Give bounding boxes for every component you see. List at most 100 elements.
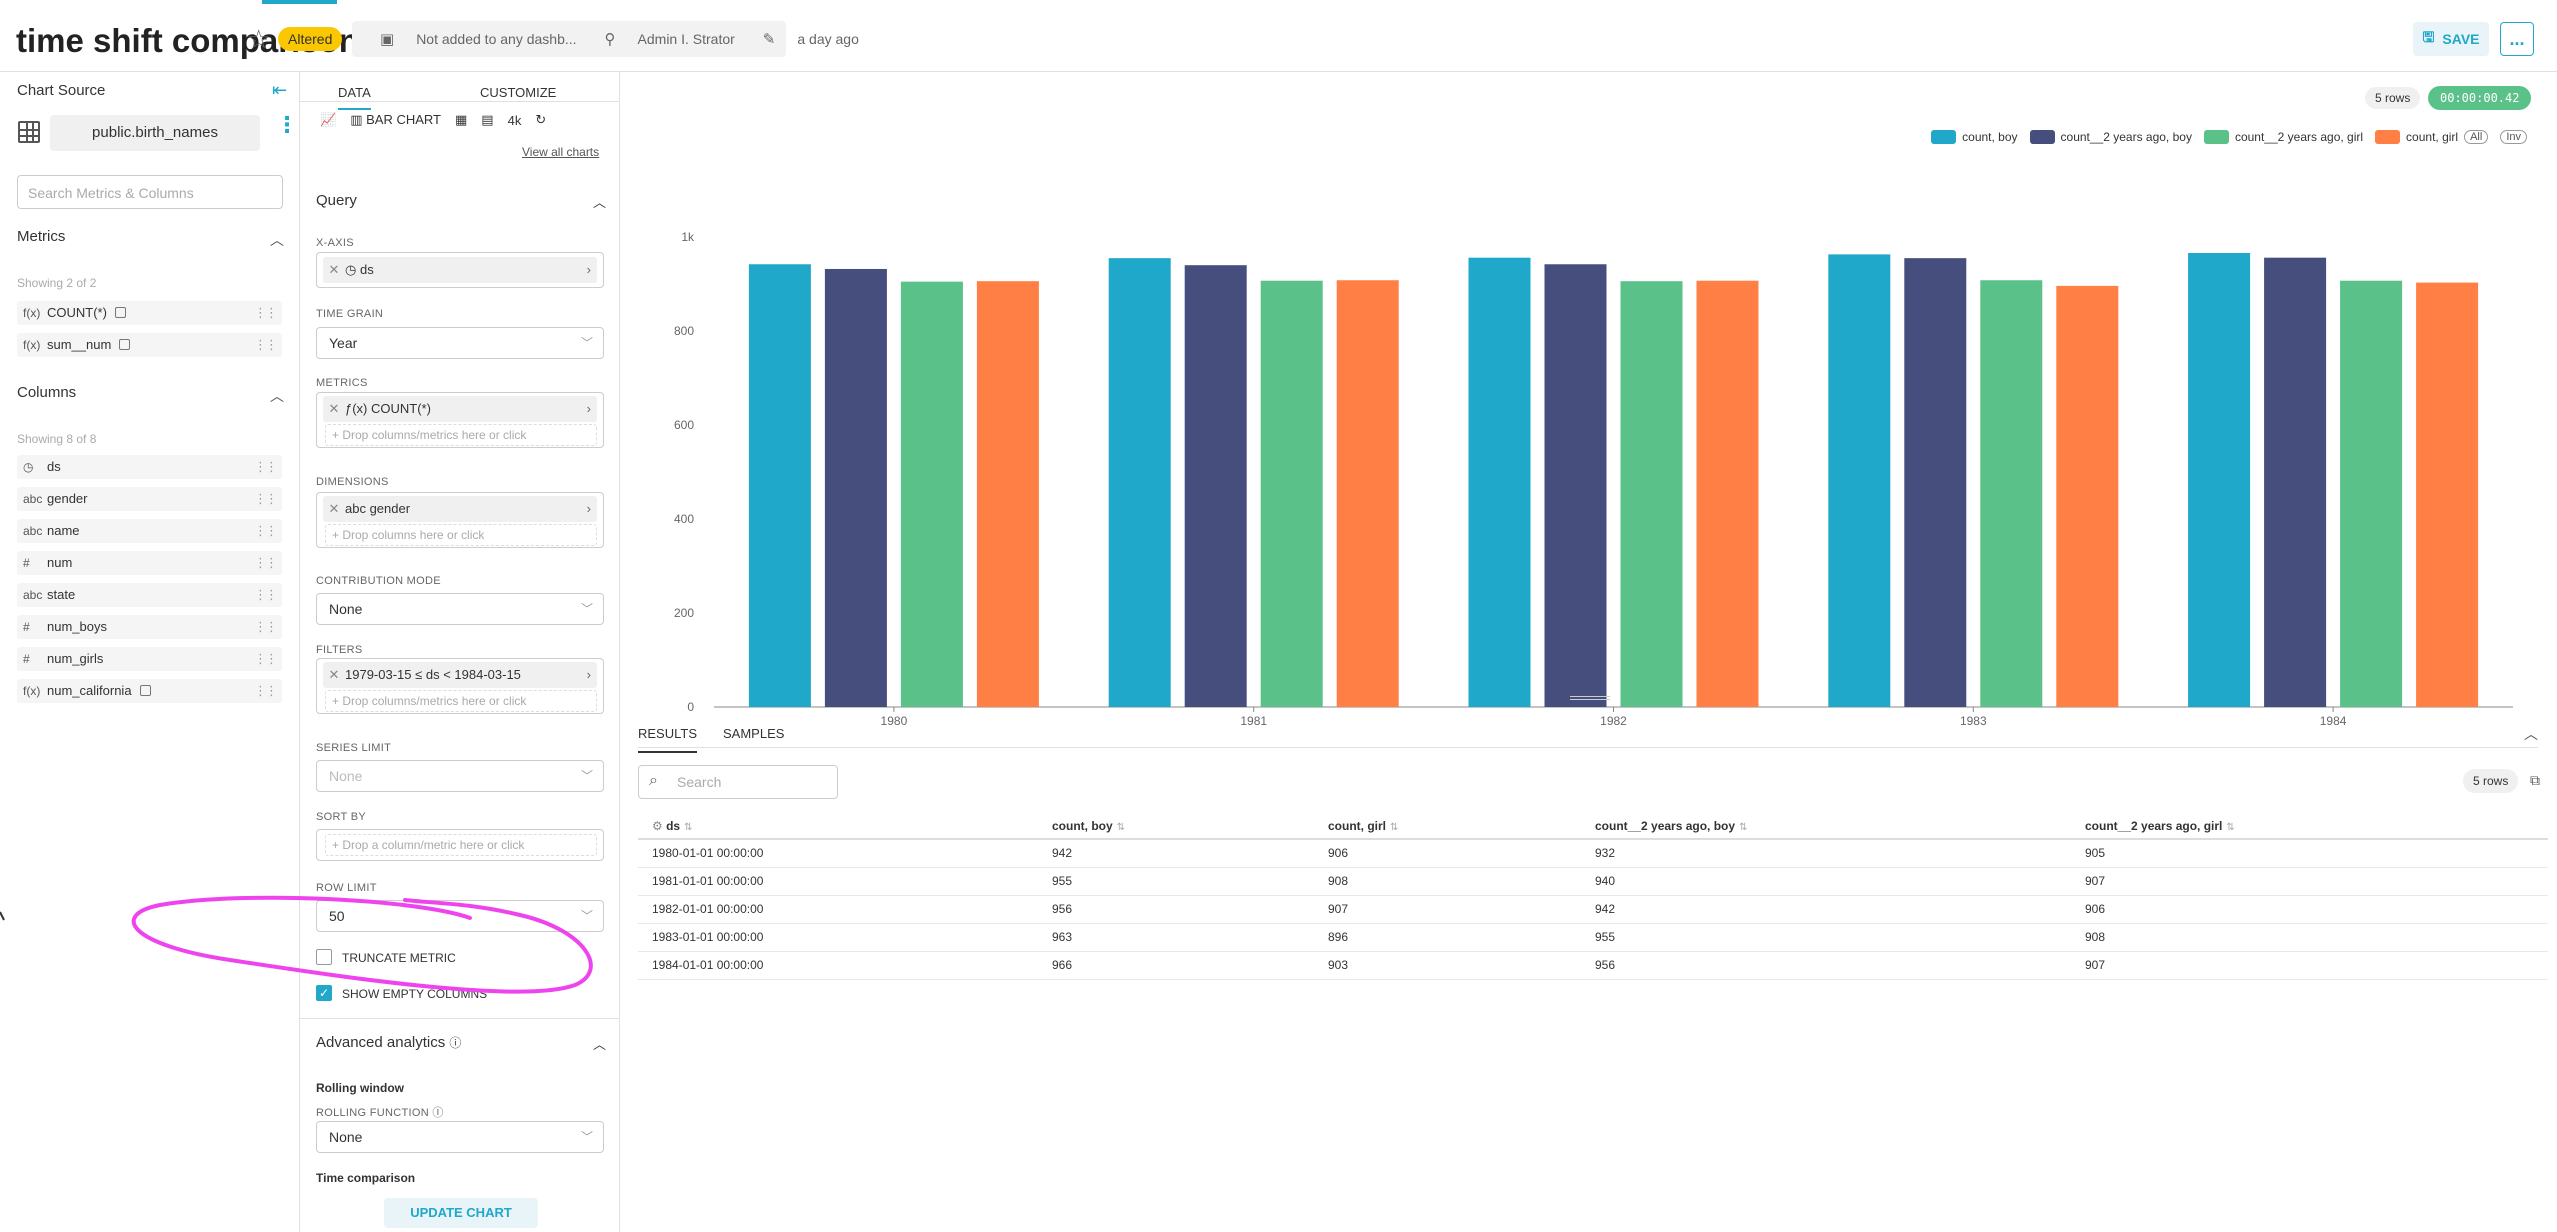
legend-inv-button[interactable]: Inv — [2500, 130, 2527, 144]
plus-icon: + — [332, 838, 343, 852]
copy-icon[interactable]: ⧉ — [2530, 772, 2540, 789]
column-item[interactable]: f(x) num_california ⋮⋮ — [17, 679, 282, 703]
metrics-drop-zone[interactable]: + Drop columns/metrics here or click — [325, 424, 597, 446]
altered-badge[interactable]: Altered — [278, 27, 343, 51]
metric-chip[interactable]: ✕ ƒ(x) COUNT(*) › — [323, 396, 597, 422]
filters-control[interactable]: ✕ 1979-03-15 ≤ ds < 1984-03-15 › + Drop co… — [316, 658, 604, 714]
area-chart-icon[interactable]: ▦ — [455, 112, 467, 128]
more-actions-button[interactable]: ... — [2500, 22, 2534, 56]
drag-handle-icon[interactable]: ⋮⋮ — [254, 583, 278, 607]
column-header[interactable]: ⚙ ds ⇅ — [638, 813, 1038, 840]
update-chart-button[interactable]: UPDATE CHART — [384, 1198, 538, 1228]
truncate-metric-label[interactable]: TRUNCATE METRIC — [342, 951, 456, 965]
drag-handle-icon[interactable]: ⋮⋮ — [254, 333, 278, 357]
column-item[interactable]: abc name ⋮⋮ — [17, 519, 282, 543]
dataset-name[interactable]: public.birth_names — [50, 115, 260, 151]
column-item[interactable]: ◷ ds ⋮⋮ — [17, 455, 282, 479]
chevron-up-icon[interactable]: ︿ — [270, 230, 284, 250]
column-header[interactable]: count, boy ⇅ — [1038, 813, 1314, 840]
legend-item[interactable]: count__2 years ago, girl — [2203, 130, 2363, 144]
chevron-up-icon[interactable]: ︿ — [270, 386, 284, 406]
remove-icon[interactable]: ✕ — [323, 496, 345, 522]
row-limit-select[interactable]: 50 ﹀ — [316, 900, 604, 932]
viz-bar-chart[interactable]: ▥ BAR CHART — [350, 112, 441, 128]
bar-chart-icon: ▥ — [350, 112, 363, 127]
chevron-up-icon[interactable]: ︿ — [2524, 724, 2538, 744]
filters-drop-zone[interactable]: + Drop columns/metrics here or click — [325, 690, 597, 712]
show-empty-columns-checkbox[interactable]: ✓ — [316, 985, 332, 1001]
column-header[interactable]: count__2 years ago, boy ⇅ — [1581, 813, 2071, 840]
drag-handle-icon[interactable]: ⋮⋮ — [254, 551, 278, 575]
sort-by-drop-zone[interactable]: + Drop a column/metric here or click — [325, 834, 597, 856]
metrics-section-title[interactable]: Metrics — [17, 228, 65, 245]
drag-handle-icon[interactable]: ⋮⋮ — [254, 519, 278, 543]
rolling-function-select[interactable]: None ﹀ — [316, 1121, 604, 1153]
dataset-menu-icon[interactable]: ⋮ — [276, 114, 298, 136]
metric-item[interactable]: f(x) sum__num ⋮⋮ — [17, 333, 282, 357]
tab-results[interactable]: RESULTS — [638, 726, 697, 753]
advanced-analytics-header[interactable]: Advanced analytics ⓘ ︿ — [316, 1034, 606, 1052]
table-cell: 942 — [1038, 839, 1314, 868]
results-search-input[interactable]: ⌕ Search — [638, 765, 838, 799]
viz-4k[interactable]: 4k — [508, 113, 522, 128]
star-icon[interactable]: ☆ — [247, 24, 270, 55]
column-item[interactable]: # num_boys ⋮⋮ — [17, 615, 282, 639]
table-cell: 1981-01-01 00:00:00 — [638, 867, 1038, 896]
legend-all-button[interactable]: All — [2464, 130, 2489, 144]
refresh-chart-icon[interactable]: ↻ — [535, 112, 546, 128]
legend-item[interactable]: count, boy — [1931, 130, 2018, 144]
column-item[interactable]: abc state ⋮⋮ — [17, 583, 282, 607]
x-axis-chip[interactable]: ✕ ◷ ds › — [323, 257, 597, 283]
series-limit-select[interactable]: None ﹀ — [316, 760, 604, 792]
query-section-header[interactable]: Query ︿ — [316, 192, 606, 210]
chevron-down-icon: ﹀ — [580, 602, 593, 616]
legend-label: count, boy — [1962, 130, 2018, 144]
remove-icon[interactable]: ✕ — [323, 257, 345, 283]
sort-by-drop-text: Drop a column/metric here or click — [342, 838, 525, 852]
metrics-control[interactable]: ✕ ƒ(x) COUNT(*) › + Drop columns/metrics h… — [316, 392, 604, 448]
sort-icon: ⇅ — [1739, 821, 1748, 833]
column-item[interactable]: # num_girls ⋮⋮ — [17, 647, 282, 671]
time-grain-select[interactable]: Year ﹀ — [316, 327, 604, 359]
save-button[interactable]: 🖫 SAVE — [2413, 22, 2489, 56]
drag-handle-icon[interactable]: ⋮⋮ — [254, 301, 278, 325]
remove-icon[interactable]: ✕ — [323, 662, 345, 688]
tab-customize[interactable]: CUSTOMIZE — [480, 85, 556, 100]
bar — [2056, 285, 2119, 707]
tab-samples[interactable]: SAMPLES — [723, 726, 784, 741]
collapse-panel-icon[interactable]: ⇤ — [272, 80, 287, 101]
x-axis-control[interactable]: ✕ ◷ ds › — [316, 252, 604, 288]
drag-handle-icon[interactable]: ⋮⋮ — [254, 615, 278, 639]
tab-data[interactable]: DATA — [338, 85, 371, 110]
table-cell: 907 — [2071, 951, 2548, 980]
info-icon[interactable]: ⓘ — [449, 1036, 461, 1050]
legend-item[interactable]: count__2 years ago, boy — [2029, 130, 2192, 144]
dimension-chip[interactable]: ✕ abc gender › — [323, 496, 597, 522]
view-all-charts-link[interactable]: View all charts — [522, 145, 599, 159]
drag-handle-icon[interactable]: ⋮⋮ — [254, 455, 278, 479]
resize-handle[interactable] — [1570, 696, 1610, 700]
legend-item[interactable]: count, girl — [2375, 130, 2458, 144]
metrics-columns-search-input[interactable]: Search Metrics & Columns — [17, 175, 283, 209]
column-header[interactable]: count__2 years ago, girl ⇅ — [2071, 813, 2548, 840]
drag-handle-icon[interactable]: ⋮⋮ — [254, 487, 278, 511]
show-empty-columns-label[interactable]: SHOW EMPTY COLUMNS — [342, 987, 487, 1001]
columns-section-title[interactable]: Columns — [17, 384, 76, 401]
column-header[interactable]: count, girl ⇅ — [1314, 813, 1581, 840]
drag-handle-icon[interactable]: ⋮⋮ — [254, 647, 278, 671]
dashboards-info[interactable]: ▣ Not added to any dashb... — [366, 30, 577, 48]
drag-handle-icon[interactable]: ⋮⋮ — [254, 679, 278, 703]
column-item[interactable]: abc gender ⋮⋮ — [17, 487, 282, 511]
contribution-mode-select[interactable]: None ﹀ — [316, 593, 604, 625]
column-item[interactable]: # num ⋮⋮ — [17, 551, 282, 575]
dimensions-control[interactable]: ✕ abc gender › + Drop columns here or clic… — [316, 492, 604, 548]
remove-icon[interactable]: ✕ — [323, 396, 345, 422]
sort-by-control[interactable]: + Drop a column/metric here or click — [316, 829, 604, 861]
truncate-metric-checkbox[interactable] — [316, 949, 332, 965]
line-chart-icon[interactable]: 📈 — [320, 112, 336, 128]
filter-chip[interactable]: ✕ 1979-03-15 ≤ ds < 1984-03-15 › — [323, 662, 597, 688]
metric-item[interactable]: f(x) COUNT(*) ⋮⋮ — [17, 301, 282, 325]
table-icon[interactable]: ▤ — [481, 112, 493, 128]
dimensions-drop-zone[interactable]: + Drop columns here or click — [325, 524, 597, 546]
info-icon[interactable]: ⓘ — [432, 1107, 443, 1119]
